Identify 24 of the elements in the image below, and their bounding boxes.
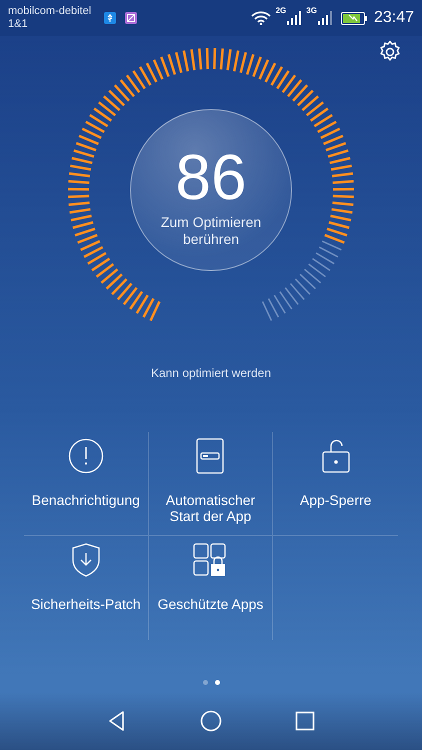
feature-tile[interactable]: Sicherheits-Patch — [24, 536, 149, 640]
locked-apps-icon — [192, 542, 228, 578]
clock: 23:47 — [374, 9, 414, 27]
page-indicator-dot[interactable] — [214, 680, 220, 685]
usb-icon — [104, 12, 116, 24]
optimize-button[interactable]: 86 Zum Optimieren berühren — [130, 109, 292, 271]
exclamation-circle-icon — [68, 438, 104, 474]
battery-charging-icon — [340, 12, 367, 24]
feature-tile[interactable]: App-Sperre — [273, 432, 398, 536]
page-indicator-dot[interactable] — [202, 680, 208, 685]
carrier-name: 1&1 — [8, 18, 29, 31]
feature-tile[interactable]: Geschützte Apps — [148, 536, 274, 640]
recent-apps-icon[interactable] — [294, 710, 316, 732]
network-type: 3G — [306, 6, 317, 15]
feature-tile[interactable]: Automatischer Start der App — [148, 432, 274, 536]
signal-icon — [287, 11, 302, 25]
wifi-icon — [250, 11, 271, 25]
image-icon — [125, 12, 138, 24]
home-icon[interactable] — [200, 710, 222, 732]
feature-tile[interactable]: Benachrichtigung — [24, 432, 149, 536]
carrier-name: mobilcom-debitel — [8, 5, 92, 18]
status-message: Kann optimiert werden — [150, 366, 272, 380]
signal-icon — [318, 11, 332, 25]
network-type: 2G — [276, 6, 286, 15]
